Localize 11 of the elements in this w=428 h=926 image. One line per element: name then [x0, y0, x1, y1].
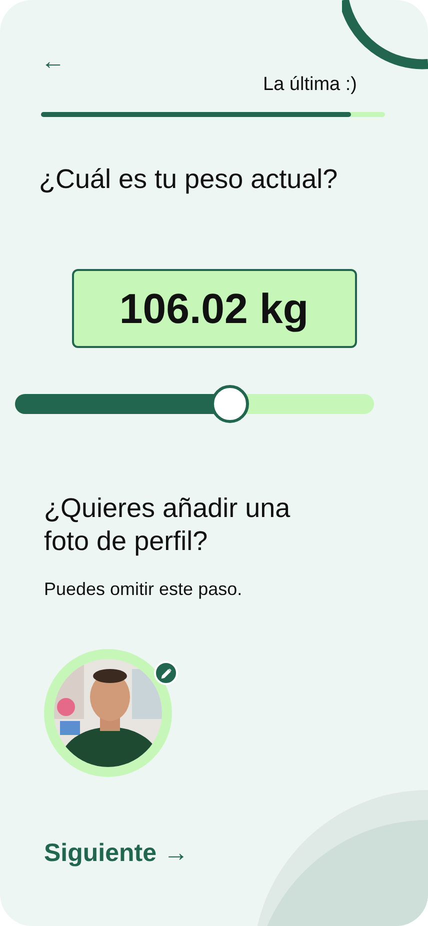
step-label: La última :)	[263, 73, 357, 97]
slider-track[interactable]	[15, 394, 374, 414]
pencil-icon	[160, 668, 172, 678]
hint-text: Puedes omitir este paso.	[44, 578, 244, 601]
edit-button[interactable]	[154, 661, 178, 685]
weight-value: 106.02 kg	[72, 269, 356, 348]
back-button[interactable]: ←	[33, 50, 73, 74]
slider-thumb[interactable]	[211, 385, 250, 423]
next-button[interactable]: Siguiente →	[44, 835, 188, 872]
question-heading: ¿Cuál es tu peso actual?	[39, 162, 339, 196]
question-heading: ¿Quieres añadir una foto de perfil?	[44, 492, 292, 558]
